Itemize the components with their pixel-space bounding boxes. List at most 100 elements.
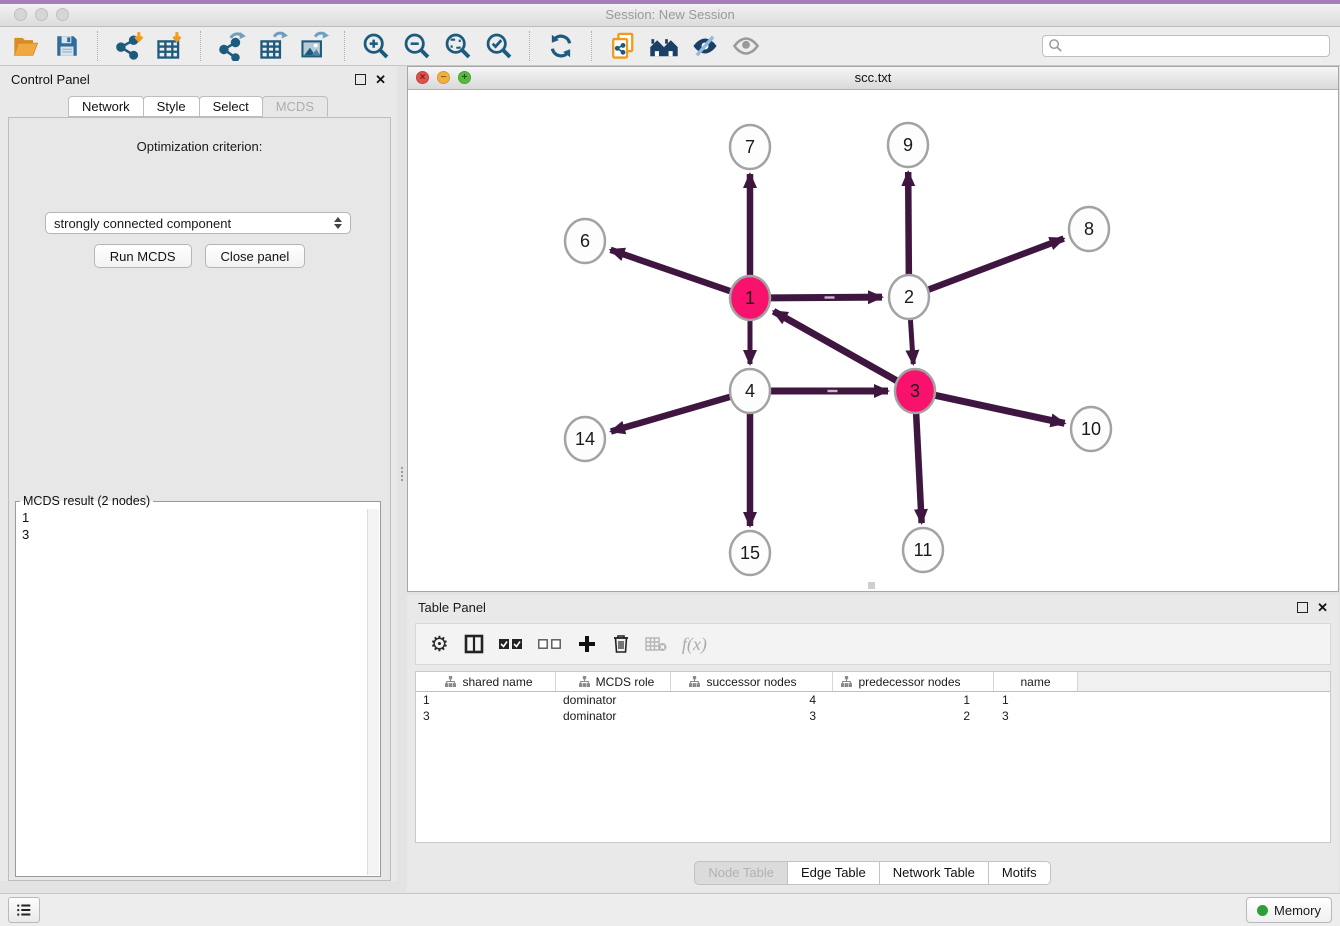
import-network-icon[interactable] [113,30,145,62]
show-columns-icon[interactable] [464,632,484,656]
task-history-button[interactable] [8,897,40,923]
table-row[interactable]: 1 dominator 4 1 1 [416,692,1330,708]
toolbar-separator [591,31,593,61]
import-table-icon[interactable] [154,30,186,62]
control-panel-title: Control Panel [11,72,355,87]
export-image-icon[interactable] [298,30,330,62]
close-panel-button[interactable]: Close panel [205,244,306,268]
network-window-title: scc.txt [408,70,1338,85]
graph-edge-3-1[interactable] [774,311,898,381]
column-label: MCDS role [596,675,655,689]
table-panel: Table Panel ✕ ⚙ f(x) share [407,595,1339,892]
first-neighbors-icon[interactable] [648,30,680,62]
tab-style[interactable]: Style [143,96,200,117]
float-table-panel-icon[interactable] [1297,602,1308,613]
list-icon [15,901,33,919]
table-panel-header: Table Panel ✕ [407,595,1339,620]
graph-edge-2-8[interactable] [928,239,1064,290]
cell-predecessor-nodes[interactable]: 1 [833,693,994,707]
cell-mcds-role[interactable]: dominator [556,693,671,707]
column-header-successor-nodes[interactable]: successor nodes [671,672,833,691]
column-type-icon [445,676,456,687]
hide-selected-icon[interactable] [689,30,721,62]
open-session-icon[interactable] [10,30,42,62]
show-all-icon[interactable] [730,30,762,62]
result-scrollbar[interactable] [367,509,379,875]
search-input[interactable] [1042,35,1330,57]
delete-column-icon[interactable] [612,632,630,656]
graph-edge-2-3[interactable] [910,317,913,364]
column-label: predecessor nodes [858,675,960,689]
refresh-layout-icon[interactable] [545,30,577,62]
unselect-all-columns-icon[interactable] [538,632,562,656]
edge-label-mark [825,296,835,298]
graph-edge-3-10[interactable] [935,395,1065,423]
cell-predecessor-nodes[interactable]: 2 [833,709,994,723]
table-settings-gear-icon[interactable]: ⚙ [430,632,449,656]
cell-name[interactable]: 3 [994,709,1078,723]
cell-successor-nodes[interactable]: 3 [671,709,833,723]
memory-button[interactable]: Memory [1246,897,1332,923]
delete-table-icon [645,632,667,656]
run-mcds-button[interactable]: Run MCDS [94,244,192,268]
zoom-out-icon[interactable] [401,30,433,62]
zoom-fit-icon[interactable] [442,30,474,62]
search-box[interactable] [1042,35,1330,57]
column-header-name[interactable]: name [994,672,1078,691]
network-canvas[interactable]: 1234678910111415 [408,90,1338,591]
save-session-icon[interactable] [51,30,83,62]
float-panel-icon[interactable] [355,74,366,85]
export-network-icon[interactable] [216,30,248,62]
mcds-result-line: 3 [22,526,374,543]
column-header-mcds-role[interactable]: MCDS role [556,672,671,691]
cell-name[interactable]: 1 [994,693,1078,707]
column-header-predecessor-nodes[interactable]: predecessor nodes [833,672,994,691]
cell-shared-name[interactable]: 1 [416,693,556,707]
toolbar-separator [344,31,346,61]
toolbar-separator [97,31,99,61]
graph-node-label: 7 [745,137,755,157]
network-view-window: × − + scc.txt 1234678910111415 [407,66,1339,592]
status-bar: Memory [0,893,1340,926]
table-row[interactable]: 3 dominator 3 2 3 [416,708,1330,724]
app-titlebar: Session: New Session [0,0,1340,27]
criterion-value: strongly connected component [54,216,334,231]
cell-successor-nodes[interactable]: 4 [671,693,833,707]
table-toolbar: ⚙ f(x) [415,623,1331,665]
network-window-titlebar[interactable]: × − + scc.txt [408,67,1338,90]
column-header-shared-name[interactable]: shared name [416,672,556,691]
export-table-icon[interactable] [257,30,289,62]
column-label: name [1020,675,1050,689]
graph-edge-3-11[interactable] [916,411,922,523]
tab-network[interactable]: Network [68,96,144,117]
graph-node-label: 15 [740,543,760,563]
zoom-in-icon[interactable] [360,30,392,62]
select-all-columns-icon[interactable] [499,632,523,656]
graph-edge-2-9[interactable] [908,172,909,277]
cell-mcds-role[interactable]: dominator [556,709,671,723]
header-filler [1078,672,1330,691]
toolbar-separator [529,31,531,61]
tab-network-table[interactable]: Network Table [879,861,989,885]
graph-edge-4-14[interactable] [611,397,731,432]
create-column-icon[interactable] [577,632,597,656]
graph-edge-1-6[interactable] [611,250,732,292]
column-label: shared name [462,675,532,689]
tab-mcds[interactable]: MCDS [262,96,328,117]
tab-node-table[interactable]: Node Table [694,861,788,885]
mcds-panel: Optimization criterion: strongly connect… [8,117,391,881]
cell-shared-name[interactable]: 3 [416,709,556,723]
zoom-selected-icon[interactable] [483,30,515,62]
close-table-panel-icon[interactable]: ✕ [1317,601,1328,614]
mcds-result-legend: MCDS result (2 nodes) [20,494,153,508]
graph-node-label: 2 [904,287,914,307]
close-panel-icon[interactable]: ✕ [375,73,386,86]
main-toolbar [0,27,1340,66]
graph-node-label: 8 [1084,219,1094,239]
criterion-dropdown[interactable]: strongly connected component [45,212,351,234]
tab-edge-table[interactable]: Edge Table [787,861,880,885]
canvas-resize-handle[interactable] [868,582,875,589]
clone-network-icon[interactable] [607,30,639,62]
tab-motifs[interactable]: Motifs [988,861,1051,885]
tab-select[interactable]: Select [199,96,263,117]
